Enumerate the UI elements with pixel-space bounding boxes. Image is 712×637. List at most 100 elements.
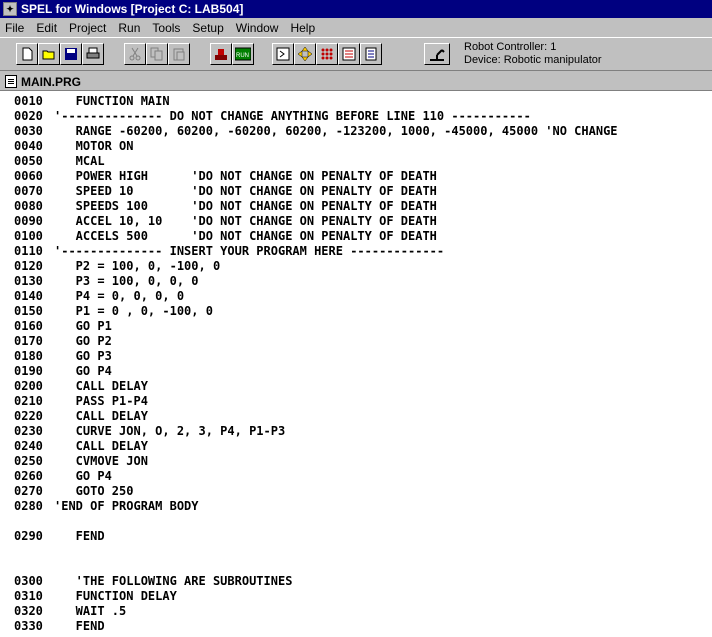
code-line[interactable]: 0270 GOTO 250	[14, 484, 618, 499]
device-label: Device: Robotic manipulator	[464, 54, 602, 66]
robot-controller-button[interactable]	[424, 43, 450, 65]
code-line[interactable]: 0070 SPEED 10 'DO NOT CHANGE ON PENALTY …	[14, 184, 618, 199]
paste-button[interactable]	[168, 43, 190, 65]
code-line[interactable]: 0220 CALL DELAY	[14, 409, 618, 424]
code-line[interactable]: 0320 WAIT .5	[14, 604, 618, 619]
io-monitor-button[interactable]	[316, 43, 338, 65]
line-number: 0160	[14, 319, 43, 333]
code-line[interactable]	[14, 514, 618, 529]
code-line[interactable]: 0330 FEND	[14, 619, 618, 634]
open-folder-button[interactable]	[38, 43, 60, 65]
build-button[interactable]	[210, 43, 232, 65]
line-number: 0220	[14, 409, 43, 423]
variables-button[interactable]	[338, 43, 360, 65]
line-number: 0040	[14, 139, 43, 153]
line-text: '-------------- DO NOT CHANGE ANYTHING B…	[54, 109, 531, 123]
table-icon	[365, 47, 377, 61]
menu-file[interactable]: File	[0, 21, 30, 35]
code-line[interactable]	[14, 544, 618, 559]
line-text: RANGE -60200, 60200, -60200, 60200, -123…	[54, 124, 618, 138]
code-line[interactable]: 0010 FUNCTION MAIN	[14, 94, 618, 109]
line-text: '-------------- INSERT YOUR PROGRAM HERE…	[54, 244, 445, 258]
line-text: CALL DELAY	[54, 409, 148, 423]
line-text: GO P1	[54, 319, 112, 333]
line-number: 0020	[14, 109, 43, 123]
code-line[interactable]	[14, 559, 618, 574]
code-line[interactable]: 0290 FEND	[14, 529, 618, 544]
line-number: 0140	[14, 289, 43, 303]
run-button[interactable]: RUN	[232, 43, 254, 65]
line-number: 0310	[14, 589, 43, 603]
code-line[interactable]: 0080 SPEEDS 100 'DO NOT CHANGE ON PENALT…	[14, 199, 618, 214]
cut-button[interactable]	[124, 43, 146, 65]
menu-tools[interactable]: Tools	[146, 21, 186, 35]
jog-teach-button[interactable]	[294, 43, 316, 65]
menu-setup[interactable]: Setup	[186, 21, 229, 35]
line-number: 0250	[14, 454, 43, 468]
jog-arrows-icon	[298, 47, 312, 61]
copy-button[interactable]	[146, 43, 168, 65]
editor-window: MAIN.PRG 0010 FUNCTION MAIN 0020 '--------…	[0, 73, 712, 637]
code-line[interactable]: 0280 'END OF PROGRAM BODY	[14, 499, 618, 514]
code-line[interactable]: 0260 GO P4	[14, 469, 618, 484]
command-prompt-icon	[276, 47, 290, 61]
code-line[interactable]: 0250 CVMOVE JON	[14, 454, 618, 469]
code-line[interactable]: 0020 '-------------- DO NOT CHANGE ANYTHI…	[14, 109, 618, 124]
line-text: MOTOR ON	[54, 139, 134, 153]
code-line[interactable]: 0230 CURVE JON, O, 2, 3, P4, P1-P3	[14, 424, 618, 439]
code-line[interactable]: 0100 ACCELS 500 'DO NOT CHANGE ON PENALT…	[14, 229, 618, 244]
code-line[interactable]: 0180 GO P3	[14, 349, 618, 364]
line-number: 0210	[14, 394, 43, 408]
line-number: 0080	[14, 199, 43, 213]
menu-project[interactable]: Project	[63, 21, 112, 35]
save-button[interactable]	[60, 43, 82, 65]
code-line[interactable]: 0150 P1 = 0 , 0, -100, 0	[14, 304, 618, 319]
code-line[interactable]: 0050 MCAL	[14, 154, 618, 169]
line-text: P1 = 0 , 0, -100, 0	[54, 304, 213, 318]
code-line[interactable]: 0170 GO P2	[14, 334, 618, 349]
points-button[interactable]	[360, 43, 382, 65]
code-line[interactable]: 0240 CALL DELAY	[14, 439, 618, 454]
code-line[interactable]: 0130 P3 = 100, 0, 0, 0	[14, 274, 618, 289]
paste-icon	[173, 48, 185, 61]
menu-edit[interactable]: Edit	[30, 21, 63, 35]
list-icon	[342, 47, 356, 61]
line-text: CALL DELAY	[54, 439, 148, 453]
code-line[interactable]: 0140 P4 = 0, 0, 0, 0	[14, 289, 618, 304]
menu-window[interactable]: Window	[230, 21, 285, 35]
code-line[interactable]: 0060 POWER HIGH 'DO NOT CHANGE ON PENALT…	[14, 169, 618, 184]
line-number: 0100	[14, 229, 43, 243]
menu-run[interactable]: Run	[112, 21, 146, 35]
line-number: 0150	[14, 304, 43, 318]
code-line[interactable]: 0210 PASS P1-P4	[14, 394, 618, 409]
code-line[interactable]: 0200 CALL DELAY	[14, 379, 618, 394]
code-line[interactable]: 0300 'THE FOLLOWING ARE SUBROUTINES	[14, 574, 618, 589]
line-text: CALL DELAY	[54, 379, 148, 393]
editor-title-bar: MAIN.PRG	[0, 73, 712, 91]
menu-help[interactable]: Help	[284, 21, 321, 35]
code-line[interactable]: 0190 GO P4	[14, 364, 618, 379]
line-text: FEND	[54, 529, 105, 543]
spel-app-icon[interactable]: ✦	[3, 2, 17, 16]
line-number: 0070	[14, 184, 43, 198]
controller-info: Robot Controller: 1 Device: Robotic mani…	[464, 41, 602, 67]
command-window-button[interactable]	[272, 43, 294, 65]
line-text: MCAL	[54, 154, 105, 168]
print-button[interactable]	[82, 43, 104, 65]
code-area[interactable]: 0010 FUNCTION MAIN 0020 '-------------- DO…	[14, 94, 618, 634]
new-file-button[interactable]	[16, 43, 38, 65]
code-line[interactable]: 0090 ACCEL 10, 10 'DO NOT CHANGE ON PENA…	[14, 214, 618, 229]
code-line[interactable]: 0310 FUNCTION DELAY	[14, 589, 618, 604]
code-line[interactable]: 0120 P2 = 100, 0, -100, 0	[14, 259, 618, 274]
robot-icon	[430, 49, 445, 61]
line-text: GO P3	[54, 349, 112, 363]
code-line[interactable]: 0040 MOTOR ON	[14, 139, 618, 154]
open-folder-icon	[42, 50, 55, 60]
code-line[interactable]: 0160 GO P1	[14, 319, 618, 334]
printer-icon	[86, 47, 100, 59]
line-number: 0130	[14, 274, 43, 288]
line-text: FEND	[54, 619, 105, 633]
code-line[interactable]: 0030 RANGE -60200, 60200, -60200, 60200,…	[14, 124, 618, 139]
code-line[interactable]: 0110 '-------------- INSERT YOUR PROGRAM …	[14, 244, 618, 259]
line-text: PASS P1-P4	[54, 394, 148, 408]
